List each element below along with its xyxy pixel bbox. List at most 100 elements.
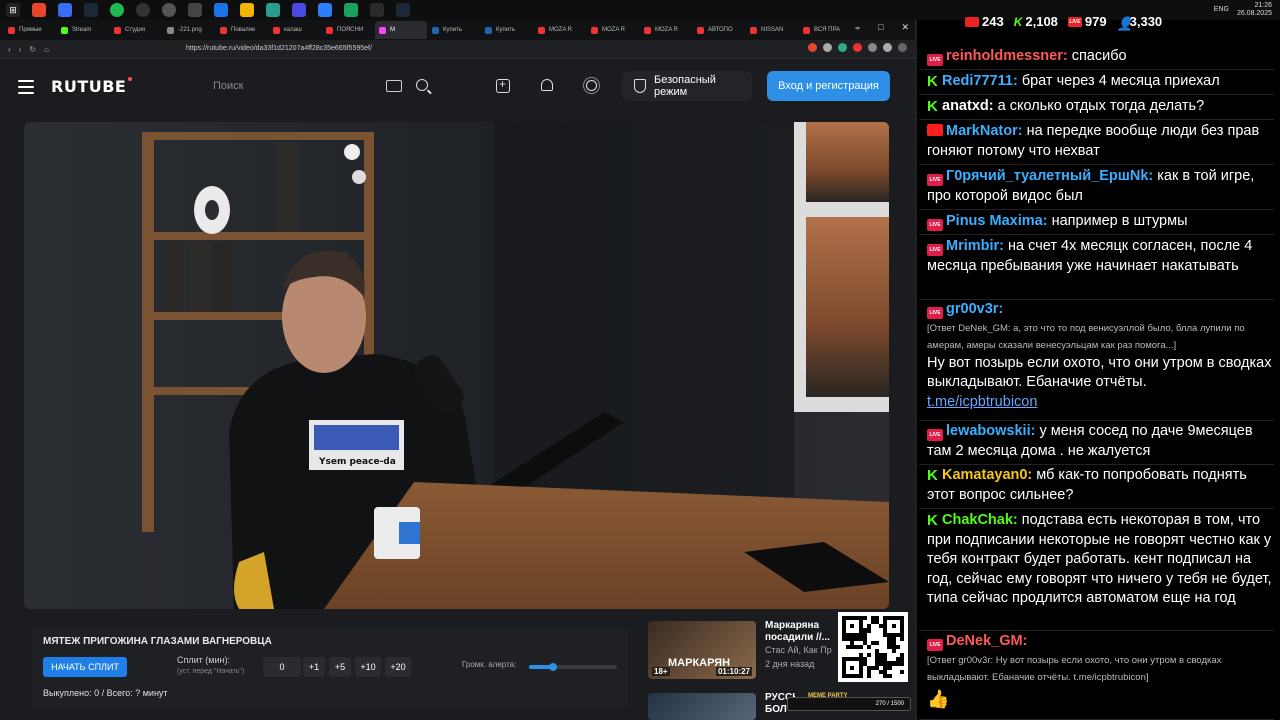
browser-tab[interactable]: NISSAN	[746, 21, 798, 39]
browser-tab[interactable]: MOZA R	[534, 21, 586, 39]
meme-party-value: 270 / 1500	[875, 701, 904, 707]
chat-nickname[interactable]: MarkNator:	[946, 123, 1023, 139]
clock[interactable]: 21:26 26.08.2025	[1237, 2, 1272, 18]
app-icon[interactable]	[58, 3, 72, 17]
windows-start-icon[interactable]: ⊞	[6, 3, 20, 17]
tab-favicon-icon	[697, 26, 704, 34]
app-icon[interactable]	[344, 3, 358, 17]
language-indicator[interactable]: ENG	[1214, 6, 1229, 14]
app-icon[interactable]	[214, 3, 228, 17]
chat-nickname[interactable]: Redi77711:	[942, 73, 1018, 89]
user-icon: 👤	[1116, 16, 1133, 31]
tab-label: -221.png	[178, 27, 202, 33]
alert-volume-knob[interactable]	[548, 663, 557, 671]
bell-icon[interactable]	[541, 79, 553, 91]
alert-volume-slider[interactable]	[529, 663, 617, 671]
rutube-logo[interactable]: RUTUBE	[51, 77, 133, 96]
search-icon[interactable]	[416, 79, 428, 91]
browser-tab[interactable]: Купить	[428, 21, 480, 39]
browser-tab[interactable]: Купить	[481, 21, 533, 39]
close-icon[interactable]: ✕	[901, 22, 909, 33]
tab-favicon-icon	[644, 26, 651, 34]
recommendation-thumbnail[interactable]: МАРКАРЯН 18+ 01:10:27	[648, 621, 756, 679]
chat-nickname[interactable]: Г0рячий_туалетный_ЕршNk:	[946, 168, 1153, 184]
extension-icon[interactable]	[853, 43, 862, 52]
extension-icon[interactable]	[808, 43, 817, 52]
tab-favicon-icon	[591, 26, 598, 34]
theme-toggle-icon[interactable]	[586, 80, 597, 91]
chat-nickname[interactable]: DeNek_GM:	[946, 633, 1027, 649]
browser-tab[interactable]: MOZA R	[587, 21, 639, 39]
upload-icon[interactable]	[496, 77, 510, 93]
extension-icon[interactable]	[823, 43, 832, 52]
browser-tab[interactable]: Поваляе	[216, 21, 268, 39]
chat-nickname[interactable]: Mrimbir:	[946, 238, 1004, 254]
app-icon[interactable]	[318, 3, 332, 17]
search-input[interactable]	[213, 78, 373, 94]
chrome-icon[interactable]	[162, 3, 176, 17]
safe-mode-button[interactable]: Безопасный режим	[622, 71, 752, 101]
add-5-button[interactable]: +5	[329, 657, 351, 677]
app-icon[interactable]	[370, 3, 384, 17]
chat-nickname[interactable]: Kamatayan0:	[942, 467, 1032, 483]
chat-nickname[interactable]: ChakChak:	[942, 512, 1018, 528]
app-icon[interactable]	[266, 3, 280, 17]
chat-separator	[919, 164, 1274, 165]
recommendation-title[interactable]: Маркаряна посадили //...	[765, 620, 837, 644]
browser-tab[interactable]: Студия	[110, 21, 162, 39]
start-split-button[interactable]: НАЧАТЬ СПЛИТ	[43, 657, 127, 677]
chat-text: а сколько отдых тогда делать?	[997, 98, 1205, 114]
tab-favicon-icon	[379, 26, 386, 34]
chat-link[interactable]: t.me/icpbtrubicon	[927, 393, 1272, 413]
browser-tab[interactable]: Прямые	[4, 21, 56, 39]
url-field[interactable]: https://rutube.ru/video/da33f1d21207a4ff…	[186, 45, 372, 52]
obs-icon[interactable]	[136, 3, 150, 17]
add-1-button[interactable]: +1	[303, 657, 325, 677]
browser-tab[interactable]: -221.png	[163, 21, 215, 39]
app-icon[interactable]	[292, 3, 306, 17]
browser-tab[interactable]: MOZA R	[640, 21, 692, 39]
folder-icon[interactable]	[240, 3, 254, 17]
browser-tab[interactable]: АВТОПО	[693, 21, 745, 39]
browser-tab[interactable]: М	[375, 21, 427, 39]
recommendation-channel[interactable]: Стас Ай, Как Пр	[765, 645, 837, 655]
extension-icon[interactable]	[838, 43, 847, 52]
browser-tab[interactable]: ВСЯ ПРА	[799, 21, 851, 39]
chat-nickname[interactable]: reinholdmessner:	[946, 48, 1068, 64]
chat-message: K Kamatayan0: мб как-то попробовать подня…	[927, 466, 1272, 505]
chat-nickname[interactable]: anatxd:	[942, 98, 994, 114]
split-minutes-input[interactable]: 0	[263, 657, 301, 677]
extension-icon[interactable]	[883, 43, 892, 52]
tab-label: Stream	[72, 27, 92, 33]
brave-browser-icon[interactable]	[32, 3, 46, 17]
reload-icon[interactable]: ↻	[29, 45, 36, 54]
menu-icon[interactable]	[18, 80, 34, 94]
chat-nickname[interactable]: lewabowskii:	[946, 423, 1035, 439]
steam-icon[interactable]	[396, 3, 410, 17]
steam-icon[interactable]	[84, 3, 98, 17]
app-icon[interactable]	[188, 3, 202, 17]
chat-nickname[interactable]: Pinus Maxima:	[946, 213, 1048, 229]
spotify-icon[interactable]	[110, 3, 124, 17]
browser-tab[interactable]: Stream	[57, 21, 109, 39]
add-20-button[interactable]: +20	[385, 657, 411, 677]
chat-nickname[interactable]: gr00v3r:	[946, 301, 1003, 317]
minimize-icon[interactable]: –	[855, 22, 860, 33]
video-frame: Ysem peace-da	[24, 122, 889, 609]
tab-favicon-icon	[803, 26, 810, 34]
menu-icon[interactable]	[898, 43, 907, 52]
maximize-icon[interactable]: □	[878, 22, 883, 33]
chat-message: K Redi77711: брат через 4 месяца приехал	[927, 72, 1272, 92]
back-icon[interactable]: ‹	[8, 45, 11, 54]
browser-tab[interactable]: калаш	[269, 21, 321, 39]
login-button[interactable]: Вход и регистрация	[767, 71, 890, 101]
forward-icon[interactable]: ›	[19, 45, 22, 54]
recommendation-thumbnail[interactable]	[648, 693, 756, 720]
chat-text: 👍	[927, 688, 950, 709]
home-icon[interactable]: ⌂	[44, 45, 49, 54]
add-10-button[interactable]: +10	[355, 657, 381, 677]
video-player[interactable]: Ysem peace-da	[24, 122, 889, 609]
browser-tab[interactable]: ПОЯСНИ	[322, 21, 374, 39]
keyboard-icon[interactable]	[386, 80, 402, 92]
extension-icon[interactable]	[868, 43, 877, 52]
